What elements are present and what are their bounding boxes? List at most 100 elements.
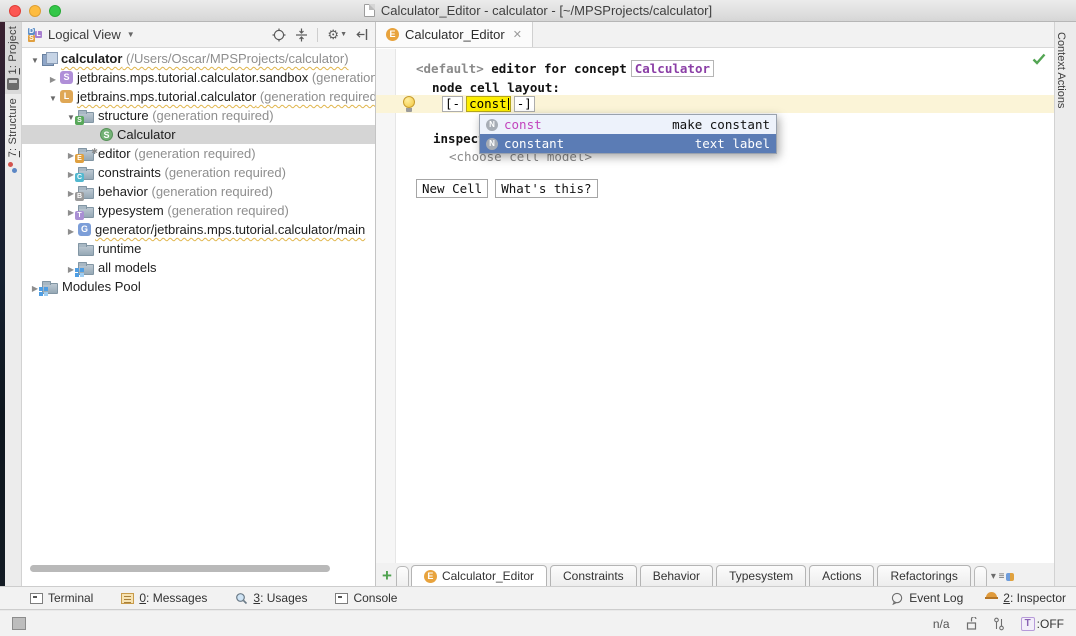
zoom-window-button[interactable]	[49, 5, 61, 17]
editor-gutter	[376, 49, 396, 563]
tool-button-structure[interactable]: 7: Structure	[5, 94, 21, 177]
text-caret	[507, 98, 509, 110]
tool-button-console[interactable]: Console	[335, 591, 397, 605]
tree-item-generator[interactable]: G generator/jetbrains.mps.tutorial.calcu…	[22, 220, 375, 239]
typesystem-aspect-icon: T	[75, 204, 94, 220]
tree-item-all-models[interactable]: all models	[22, 258, 375, 277]
window-title: Calculator_Editor - calculator - [~/MPSP…	[380, 3, 713, 18]
inspection-ok-icon	[1032, 53, 1046, 65]
tool-button-messages[interactable]: 0: Messages	[121, 591, 207, 605]
new-cell-button[interactable]: New Cell	[416, 179, 489, 198]
tree-item-structure[interactable]: S structure (generation required)	[22, 106, 375, 125]
minimize-window-button[interactable]	[29, 5, 41, 17]
tree-item-editor[interactable]: E✱ editor (generation required)	[22, 144, 375, 163]
whats-this-button[interactable]: What's this?	[495, 179, 598, 198]
chevron-expanded-icon[interactable]	[28, 51, 42, 66]
project-tool-icon	[7, 78, 19, 91]
aspect-tab-calculator-editor[interactable]: E Calculator_Editor	[410, 565, 547, 586]
concept-icon: S	[100, 128, 113, 141]
tool-button-inspector[interactable]: 2: Inspector	[985, 591, 1066, 605]
close-bracket-cell[interactable]: -]	[513, 96, 535, 112]
completion-popup: const make constant constant text label	[479, 114, 777, 154]
aspect-tab-typesystem[interactable]: Typesystem	[716, 565, 807, 586]
project-panel-header: DSL Logical View ▼ ⚙ ▼	[22, 22, 375, 48]
project-tree: calculator (/Users/Oscar/MPSProjects/cal…	[22, 49, 375, 586]
node-cell-layout-label[interactable]: node cell layout:	[432, 80, 560, 95]
tree-item-constraints[interactable]: C constraints (generation required)	[22, 163, 375, 182]
toggle-toolwindows-icon[interactable]	[12, 617, 26, 630]
tool-button-event-log[interactable]: Event Log	[891, 591, 963, 605]
cell-collection[interactable]: [- const -]	[442, 96, 535, 112]
folder-icon	[78, 242, 94, 256]
left-tool-stripe: 1: Project 7: Structure	[5, 22, 22, 586]
chevron-collapsed-icon[interactable]	[64, 222, 78, 237]
editor-aspect-tab-icon: E	[386, 28, 399, 41]
editor-aspect-tab-icon: E	[423, 569, 437, 583]
close-window-button[interactable]	[9, 5, 21, 17]
project-icon	[42, 52, 58, 66]
editor-content[interactable]: <default> editor for concept Calculator n…	[376, 49, 1054, 563]
locate-icon[interactable]	[272, 28, 286, 42]
collapse-all-icon[interactable]	[295, 28, 308, 42]
add-aspect-icon[interactable]: +	[378, 565, 396, 586]
chevron-collapsed-icon[interactable]	[46, 70, 60, 85]
tab-spacer	[973, 566, 987, 586]
edited-cell[interactable]: const	[466, 96, 511, 112]
tool-button-terminal[interactable]: Terminal	[30, 591, 93, 605]
editor-area: E Calculator_Editor ✕ <default> editor f…	[375, 22, 1054, 586]
editor-header-line[interactable]: <default> editor for concept Calculator	[416, 60, 714, 77]
hidden-tabs-icon[interactable]: ▾ ≡	[991, 571, 1015, 586]
tree-item-runtime[interactable]: runtime	[22, 239, 375, 258]
aspect-tab-refactorings[interactable]: Refactorings	[877, 565, 971, 586]
models-folder-icon	[75, 261, 94, 277]
document-icon	[363, 4, 375, 17]
typesystem-toggle[interactable]: T :OFF	[1020, 616, 1064, 631]
aspect-tab-constraints[interactable]: Constraints	[549, 565, 637, 586]
usages-search-icon	[236, 592, 248, 604]
completion-item-const[interactable]: const make constant	[480, 115, 776, 134]
tool-button-usages[interactable]: 3: Usages	[235, 591, 307, 605]
aspect-tab-behavior[interactable]: Behavior	[639, 565, 714, 586]
unlock-icon[interactable]	[966, 617, 977, 630]
structure-aspect-icon: S	[75, 109, 94, 125]
close-tab-icon[interactable]: ✕	[513, 28, 522, 41]
constraints-aspect-icon: C	[75, 166, 94, 182]
event-log-icon	[892, 592, 903, 605]
chevron-down-icon[interactable]: ▼	[127, 30, 135, 39]
highlighting-level-icon[interactable]	[993, 617, 1005, 631]
right-tool-stripe: Context Actions	[1054, 22, 1076, 586]
messages-icon	[121, 592, 135, 604]
editor-tab-calculator-editor[interactable]: E Calculator_Editor ✕	[376, 22, 533, 47]
hide-panel-icon[interactable]	[356, 28, 369, 41]
logical-view-icon: DSL	[28, 27, 42, 42]
tree-item-modules-pool[interactable]: Modules Pool	[22, 277, 375, 296]
structure-tool-icon	[7, 161, 19, 174]
tree-item-typesystem[interactable]: T typesystem (generation required)	[22, 201, 375, 220]
terminal-icon	[30, 592, 43, 604]
window-controls[interactable]	[9, 5, 61, 17]
tree-item-calculator-concept[interactable]: S Calculator	[22, 125, 375, 144]
tree-item-behavior[interactable]: B behavior (generation required)	[22, 182, 375, 201]
node-icon	[486, 118, 498, 131]
aspect-tab-actions[interactable]: Actions	[809, 565, 875, 586]
tool-button-context-actions[interactable]: Context Actions	[1055, 32, 1067, 108]
project-panel: DSL Logical View ▼ ⚙▼ calcu	[22, 22, 375, 586]
tree-item-language[interactable]: L jetbrains.mps.tutorial.calculator (gen…	[22, 87, 375, 106]
tool-button-project[interactable]: 1: Project	[5, 22, 21, 95]
open-bracket-cell[interactable]: [-	[442, 96, 464, 112]
horizontal-scrollbar[interactable]	[30, 565, 330, 572]
language-icon: L	[60, 90, 73, 103]
chevron-expanded-icon[interactable]	[46, 89, 60, 104]
position-indicator: n/a	[932, 616, 950, 631]
tool-window-bar: Terminal 0: Messages 3: Usages Console E…	[0, 586, 1076, 610]
concept-reference[interactable]: Calculator	[630, 60, 714, 77]
tab-spacer	[395, 566, 409, 586]
tree-item-calculator-project[interactable]: calculator (/Users/Oscar/MPSProjects/cal…	[22, 49, 375, 68]
node-icon	[486, 137, 498, 150]
view-selector[interactable]: Logical View	[48, 27, 121, 42]
editor-tab-bar: E Calculator_Editor ✕	[376, 22, 1054, 48]
settings-gear-icon[interactable]: ⚙ ▼	[327, 27, 347, 43]
intention-bulb-icon[interactable]	[403, 96, 415, 112]
tree-item-sandbox[interactable]: S jetbrains.mps.tutorial.calculator.sand…	[22, 68, 375, 87]
completion-item-constant[interactable]: constant text label	[480, 134, 776, 153]
